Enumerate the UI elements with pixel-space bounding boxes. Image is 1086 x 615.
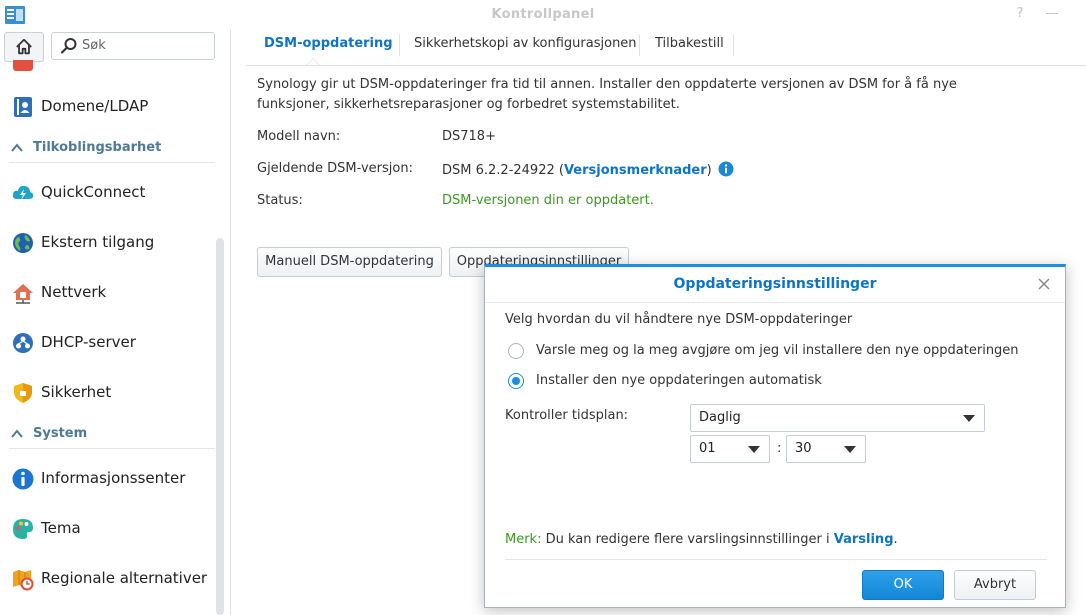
dialog-prompt: Velg hvordan du vil håndtere nye DSM-opp… (505, 312, 853, 327)
hour-value: 01 (699, 441, 716, 456)
quickconnect-icon (12, 185, 34, 200)
update-description: Synology gir ut DSM-oppdateringer fra ti… (257, 77, 957, 112)
status-value: DSM-versjonen din er oppdatert. (442, 193, 654, 208)
network-icon (13, 284, 33, 304)
active-tab-indicator (306, 58, 320, 65)
tab-config-backup[interactable]: Sikkerhetskopi av konfigurasjonen (414, 36, 637, 51)
sidebar-item-info-center[interactable]: Informasjonssenter (0, 458, 215, 498)
divider (733, 34, 734, 56)
release-notes-link[interactable]: Versjonsmerknader (564, 163, 707, 178)
sidebar-item-label: Regionale alternativer (41, 569, 208, 587)
regional-options-icon (13, 570, 34, 591)
dhcp-icon (13, 333, 33, 353)
note-lead: Merk: (505, 532, 542, 547)
manual-update-button[interactable]: Manuell DSM-oppdatering (257, 247, 442, 277)
divider (485, 302, 1065, 303)
sidebar-scrollbar[interactable] (216, 238, 224, 615)
chevron-down-icon (844, 446, 856, 453)
version-value: DSM 6.2.2-24922 ( (442, 163, 564, 178)
schedule-label: Kontroller tidsplan: (505, 408, 629, 423)
hour-select[interactable]: 01 (690, 435, 770, 463)
sidebar-item-label: Domene/LDAP (41, 97, 149, 115)
minimize-icon[interactable]: — (1044, 6, 1060, 22)
close-icon[interactable] (1037, 277, 1051, 291)
sidebar-item-label: DHCP-server (41, 333, 136, 351)
chevron-down-icon (748, 446, 760, 453)
sidebar-list: Domene/LDAP Tilkoblingsbarhet QuickConne… (0, 60, 215, 615)
version-value-row: DSM 6.2.2-24922 (Versjonsmerknader) (442, 161, 734, 178)
help-icon[interactable]: ? (1012, 6, 1028, 22)
sidebar-item-domain-ldap[interactable]: Domene/LDAP (0, 86, 215, 126)
model-value: DS718+ (442, 129, 496, 144)
sidebar-item-partial[interactable] (0, 60, 215, 82)
divider (9, 162, 215, 163)
minute-value: 30 (795, 441, 812, 456)
note-end: . (893, 532, 898, 547)
sidebar-section-label: System (33, 426, 88, 441)
sidebar-item-label: Informasjonssenter (41, 469, 186, 487)
status-label: Status: (257, 193, 303, 208)
schedule-value: Daglig (699, 410, 741, 425)
sidebar-item-network[interactable]: Nettverk (0, 272, 215, 312)
time-separator: : (777, 441, 782, 456)
notification-link[interactable]: Varsling (834, 532, 894, 547)
ok-button[interactable]: OK (862, 570, 944, 600)
apps-icon (13, 60, 33, 71)
tab-bar: DSM-oppdatering Sikkerhetskopi av konfig… (246, 30, 1086, 66)
version-paren: ) (706, 163, 712, 178)
home-button[interactable] (4, 32, 44, 62)
divider (9, 448, 215, 449)
globe-icon (13, 233, 33, 253)
dialog-note: Merk: Du kan redigere flere varslingsinn… (505, 532, 898, 547)
radio-notify-label[interactable]: Varsle meg og la meg avgjøre om jeg vil … (536, 343, 1019, 358)
tab-dsm-update[interactable]: DSM-oppdatering (264, 36, 393, 51)
home-icon (16, 38, 32, 55)
divider (399, 34, 400, 56)
shield-icon (14, 383, 32, 403)
sidebar-item-theme[interactable]: Tema (0, 508, 215, 548)
search-input-wrapper[interactable] (51, 32, 215, 60)
minute-select[interactable]: 30 (786, 435, 866, 463)
palette-icon (13, 519, 33, 539)
window-title: Kontrollpanel (491, 7, 595, 22)
sidebar-item-label: Sikkerhet (41, 383, 112, 401)
sidebar-item-label: Ekstern tilgang (41, 233, 155, 251)
sidebar-section-label: Tilkoblingsbarhet (33, 140, 162, 155)
schedule-select[interactable]: Daglig (690, 404, 985, 432)
note-text: Du kan redigere flere varslingsinnstilli… (541, 532, 834, 547)
info-icon (12, 468, 34, 490)
update-settings-dialog: Oppdateringsinnstillinger Velg hvordan d… (484, 264, 1066, 608)
title-bar: Kontrollpanel ? — (0, 0, 1086, 30)
radio-auto-install[interactable] (508, 373, 524, 389)
divider (639, 34, 640, 56)
sidebar-item-label: Tema (41, 519, 81, 537)
directory-icon (14, 97, 32, 117)
sidebar-item-security[interactable]: Sikkerhet (0, 372, 215, 412)
chevron-up-icon (11, 429, 23, 438)
radio-notify[interactable] (508, 343, 524, 359)
divider (230, 30, 231, 615)
sidebar-item-label: QuickConnect (41, 183, 146, 201)
dialog-title: Oppdateringsinnstillinger (673, 276, 877, 292)
sidebar-item-quickconnect[interactable]: QuickConnect (0, 172, 215, 212)
sidebar-item-dhcp-server[interactable]: DHCP-server (0, 322, 215, 362)
sidebar-item-external-access[interactable]: Ekstern tilgang (0, 222, 215, 262)
cancel-button[interactable]: Avbryt (954, 570, 1036, 600)
version-label: Gjeldende DSM-versjon: (257, 161, 413, 176)
divider (505, 559, 1047, 560)
sidebar-section-connectivity[interactable]: Tilkoblingsbarhet (0, 137, 215, 163)
sidebar-item-regional-options[interactable]: Regionale alternativer (0, 558, 215, 598)
sidebar-section-system[interactable]: System (0, 423, 215, 449)
search-input[interactable] (80, 37, 212, 54)
sidebar-item-label: Nettverk (41, 283, 107, 301)
model-label: Modell navn: (257, 129, 341, 144)
chevron-up-icon (11, 143, 23, 152)
radio-auto-install-label[interactable]: Installer den nye oppdateringen automati… (536, 373, 822, 388)
search-icon (60, 38, 77, 54)
tab-reset[interactable]: Tilbakestill (655, 36, 724, 51)
chevron-down-icon (963, 415, 975, 422)
info-icon[interactable] (718, 161, 734, 177)
